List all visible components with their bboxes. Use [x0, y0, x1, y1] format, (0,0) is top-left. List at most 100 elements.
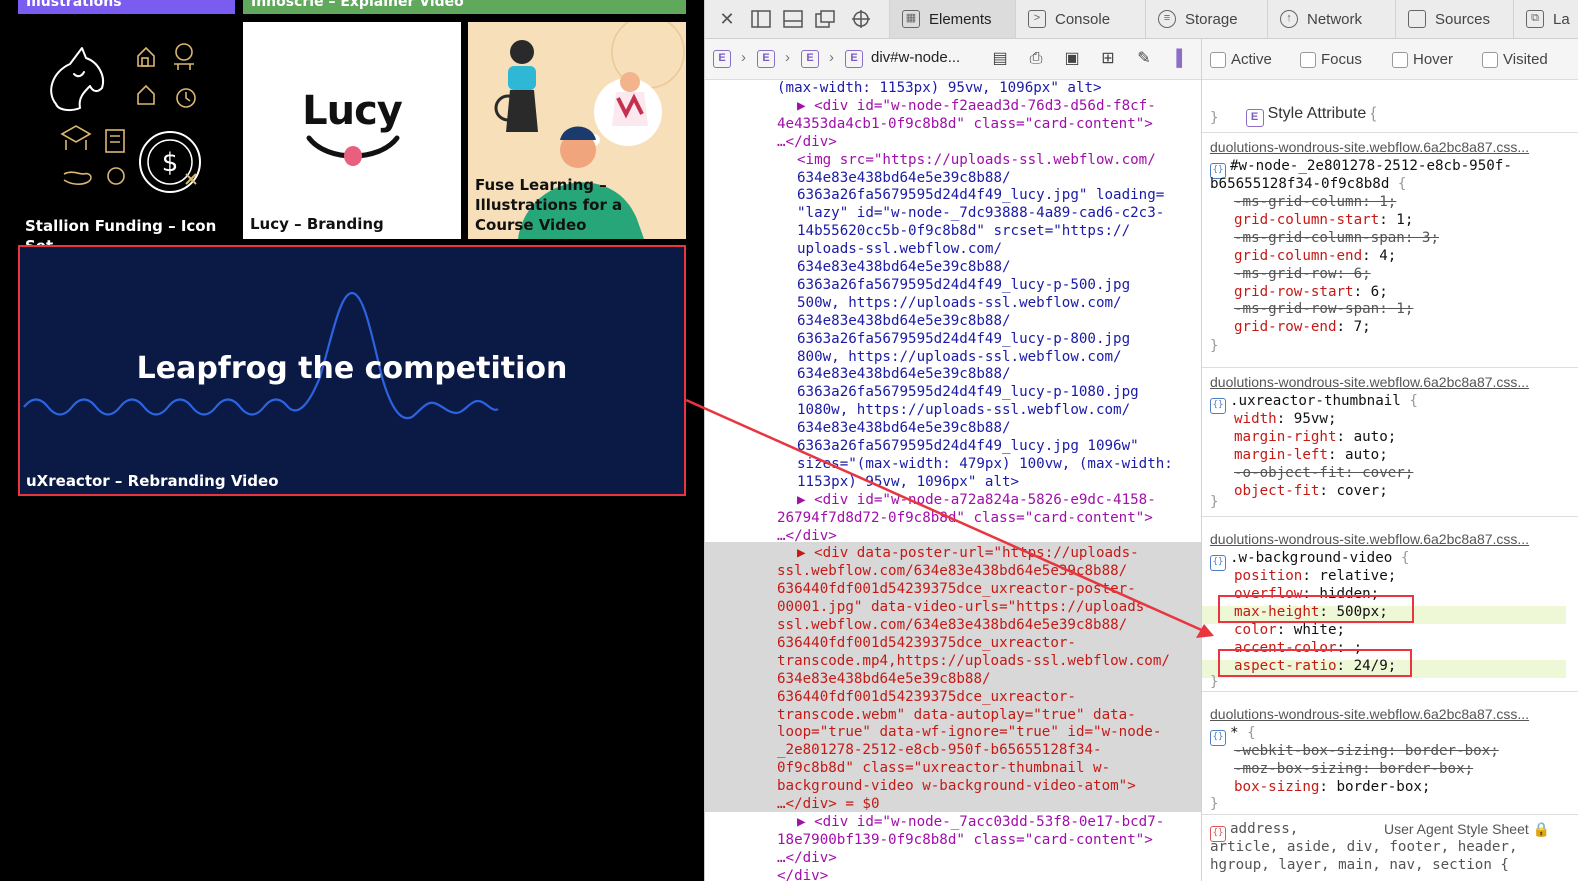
css-declaration[interactable]: grid-column-start: 1;: [1234, 212, 1413, 230]
dom-node-line[interactable]: ssl.webflow.com/634e83e438bd64e5e39c8b88…: [705, 617, 1201, 635]
css-declaration[interactable]: -ms-grid-column: 1;: [1234, 194, 1396, 212]
paintbrush-icon[interactable]: ✎: [1135, 50, 1153, 68]
dom-node-line[interactable]: 4e4353da4cb1-0f9c8b8d" class="card-conte…: [705, 116, 1201, 134]
css-rule-w-node[interactable]: duolutions-wondrous-site.webflow.6a2bc8a…: [1202, 133, 1578, 368]
dom-node-line[interactable]: sizes="(max-width: 479px) 100vw, (max-wi…: [705, 456, 1201, 474]
css-rule-uxreactor-thumbnail[interactable]: duolutions-wondrous-site.webflow.6a2bc8a…: [1202, 368, 1578, 517]
dom-node-line[interactable]: 00001.jpg" data-video-urls="https://uplo…: [705, 599, 1201, 617]
dom-node-line[interactable]: 6363a26fa5679595d24d4f49_lucy.jpg" loadi…: [705, 187, 1201, 205]
css-declaration[interactable]: grid-column-end: 4;: [1234, 248, 1396, 266]
dom-node-line[interactable]: 636440fdf001d54239375dce_uxreactor-poste…: [705, 581, 1201, 599]
dom-node-line[interactable]: 6363a26fa5679595d24d4f49_lucy.jpg 1096w": [705, 438, 1201, 456]
dom-node-line[interactable]: …</div> = $0: [705, 796, 1201, 814]
dom-node-line[interactable]: 0f9c8b8d" class="uxreactor-thumbnail w-: [705, 760, 1201, 778]
active-checkbox[interactable]: Active: [1210, 51, 1272, 68]
css-declaration[interactable]: margin-right: auto;: [1234, 429, 1396, 447]
dom-node-line[interactable]: transcode.mp4,https://uploads-ssl.webflo…: [705, 653, 1201, 671]
uxreactor-video-card[interactable]: Leapfrog the competition uXreactor – Reb…: [18, 245, 686, 496]
dom-node-line[interactable]: 634e83e438bd64e5e39c8b88/: [705, 366, 1201, 384]
dom-node-line[interactable]: …</div>: [705, 134, 1201, 152]
lucy-branding-card[interactable]: Lucy Lucy – Branding: [243, 22, 461, 239]
dom-node-line[interactable]: 634e83e438bd64e5e39c8b88/: [705, 671, 1201, 689]
breadcrumb-element-icon[interactable]: E: [845, 50, 863, 68]
css-declaration[interactable]: width: 95vw;: [1234, 411, 1337, 429]
stylesheet-link[interactable]: duolutions-wondrous-site.webflow.6a2bc8a…: [1210, 374, 1529, 392]
dom-node-line[interactable]: 634e83e438bd64e5e39c8b88/: [705, 170, 1201, 188]
css-declaration[interactable]: position: relative;: [1234, 568, 1396, 586]
css-declaration[interactable]: object-fit: cover;: [1234, 483, 1388, 501]
dom-node-line[interactable]: 6363a26fa5679595d24d4f49_lucy-p-1080.jpg: [705, 384, 1201, 402]
css-declaration[interactable]: grid-row-end: 7;: [1234, 319, 1371, 337]
tab-elements[interactable]: ▦ Elements: [889, 0, 1015, 38]
dom-node-line[interactable]: 500w, https://uploads-ssl.webflow.com/: [705, 295, 1201, 313]
focus-checkbox[interactable]: Focus: [1300, 51, 1362, 68]
dom-node-line[interactable]: …</div>: [705, 850, 1201, 868]
dom-node-line[interactable]: ▶ <div data-poster-url="https://uploads-: [705, 545, 1201, 563]
dom-node-line[interactable]: ssl.webflow.com/634e83e438bd64e5e39c8b88…: [705, 563, 1201, 581]
breadcrumb-element-icon[interactable]: E: [713, 50, 731, 68]
dom-node-line[interactable]: 26794f7d8d72-0f9c8b8d" class="card-conte…: [705, 510, 1201, 528]
breadcrumb-current[interactable]: div#w-node...: [871, 49, 960, 66]
dom-node-line[interactable]: ▶ <div id="w-node-_7acc03dd-53f8-0e17-bc…: [705, 814, 1201, 832]
css-declaration[interactable]: -moz-box-sizing: border-box;: [1234, 761, 1473, 779]
css-declaration[interactable]: -o-object-fit: cover;: [1234, 465, 1413, 483]
dom-node-line[interactable]: <img src="https://uploads-ssl.webflow.co…: [705, 152, 1201, 170]
dom-node-line[interactable]: 636440fdf001d54239375dce_uxreactor-: [705, 689, 1201, 707]
css-rule-w-background-video[interactable]: duolutions-wondrous-site.webflow.6a2bc8a…: [1202, 525, 1578, 692]
breadcrumb-element-icon[interactable]: E: [757, 50, 775, 68]
detach-window-icon[interactable]: [815, 10, 835, 28]
dom-node-line[interactable]: 636440fdf001d54239375dce_uxreactor-: [705, 635, 1201, 653]
dom-node-line[interactable]: transcode.webm" data-autoplay="true" dat…: [705, 707, 1201, 725]
dom-node-line[interactable]: loop="true" data-wf-ignore="true" id="w-…: [705, 724, 1201, 742]
css-rule-universal[interactable]: duolutions-wondrous-site.webflow.6a2bc8a…: [1202, 700, 1578, 815]
stylesheet-link[interactable]: duolutions-wondrous-site.webflow.6a2bc8a…: [1210, 531, 1529, 549]
css-declaration[interactable]: -ms-grid-row: 6;: [1234, 266, 1371, 284]
dom-node-line[interactable]: background-video w-background-video-atom…: [705, 778, 1201, 796]
visited-checkbox[interactable]: Visited: [1482, 51, 1548, 68]
close-icon[interactable]: ✕: [717, 10, 737, 28]
tab-layers[interactable]: ⧉ La: [1513, 0, 1578, 38]
dom-node-line[interactable]: 634e83e438bd64e5e39c8b88/: [705, 313, 1201, 331]
css-declaration[interactable]: -webkit-box-sizing: border-box;: [1234, 743, 1499, 761]
hover-checkbox[interactable]: Hover: [1392, 51, 1453, 68]
dom-node-line[interactable]: …</div>: [705, 528, 1201, 546]
dom-node-line[interactable]: 1153px) 95vw, 1096px" alt>: [705, 474, 1201, 492]
dom-node-line[interactable]: (max-width: 1153px) 95vw, 1096px" alt>: [705, 80, 1201, 98]
dock-left-icon[interactable]: [751, 10, 771, 28]
stylesheet-link[interactable]: duolutions-wondrous-site.webflow.6a2bc8a…: [1210, 706, 1529, 724]
layout-icon[interactable]: ⊞: [1099, 50, 1117, 68]
dom-node-line[interactable]: 14b55620cc5b-0f9c8b8d" srcset="https://: [705, 223, 1201, 241]
dom-node-line[interactable]: 6363a26fa5679595d24d4f49_lucy-p-800.jpg: [705, 331, 1201, 349]
css-declaration[interactable]: -ms-grid-row-span: 1;: [1234, 301, 1413, 319]
dom-node-line[interactable]: "lazy" id="w-node-_7dc93888-4a89-cad6-c2…: [705, 205, 1201, 223]
dom-node-line[interactable]: 634e83e438bd64e5e39c8b88/: [705, 420, 1201, 438]
dom-node-line[interactable]: ▶ <div id="w-node-f2aead3d-76d3-d56d-f8c…: [705, 98, 1201, 116]
sidebar-toggle-icon[interactable]: ▌: [1173, 50, 1191, 68]
fuse-learning-card[interactable]: Fuse Learning – Illustrations for a Cour…: [468, 22, 686, 239]
grid-overlay-icon[interactable]: ▤: [991, 50, 1009, 68]
innoscrie-card-bar[interactable]: Innoscrie – Explainer Video: [243, 0, 686, 14]
tab-sources[interactable]: Sources: [1395, 0, 1513, 38]
dom-node-line[interactable]: 800w, https://uploads-ssl.webflow.com/: [705, 349, 1201, 367]
style-attribute-rule[interactable]: E Style Attribute { }: [1202, 80, 1578, 133]
css-declaration[interactable]: grid-row-start: 6;: [1234, 284, 1388, 302]
user-agent-rule[interactable]: {} address, User Agent Style Sheet 🔒 arti…: [1202, 815, 1578, 881]
tab-network[interactable]: ↑ Network: [1267, 0, 1395, 38]
tab-console[interactable]: > Console: [1015, 0, 1145, 38]
stallion-funding-card[interactable]: $ Stallion Funding – Icon Set: [18, 22, 235, 255]
tab-storage[interactable]: ≡ Storage: [1145, 0, 1267, 38]
illustrations-card-bar[interactable]: Illustrations: [18, 0, 235, 14]
dom-node-line[interactable]: 1080w, https://uploads-ssl.webflow.com/: [705, 402, 1201, 420]
dom-node-line[interactable]: 18e7900bf139-0f9c8b8d" class="card-conte…: [705, 832, 1201, 850]
dom-node-line[interactable]: 634e83e438bd64e5e39c8b88/: [705, 259, 1201, 277]
css-declaration[interactable]: margin-left: auto;: [1234, 447, 1388, 465]
dock-bottom-icon[interactable]: [783, 10, 803, 28]
css-declaration[interactable]: color: white;: [1234, 622, 1345, 640]
dom-node-line[interactable]: ▶ <div id="w-node-a72a824a-5826-e9dc-415…: [705, 492, 1201, 510]
print-icon[interactable]: ⎙: [1027, 50, 1045, 68]
css-declaration[interactable]: -ms-grid-column-span: 3;: [1234, 230, 1439, 248]
dom-node-line[interactable]: 6363a26fa5679595d24d4f49_lucy-p-500.jpg: [705, 277, 1201, 295]
stylesheet-link[interactable]: duolutions-wondrous-site.webflow.6a2bc8a…: [1210, 139, 1529, 157]
dom-node-line[interactable]: </div>: [705, 868, 1201, 881]
dom-node-line[interactable]: _2e801278-2512-e8cb-950f-b65655128f34-: [705, 742, 1201, 760]
